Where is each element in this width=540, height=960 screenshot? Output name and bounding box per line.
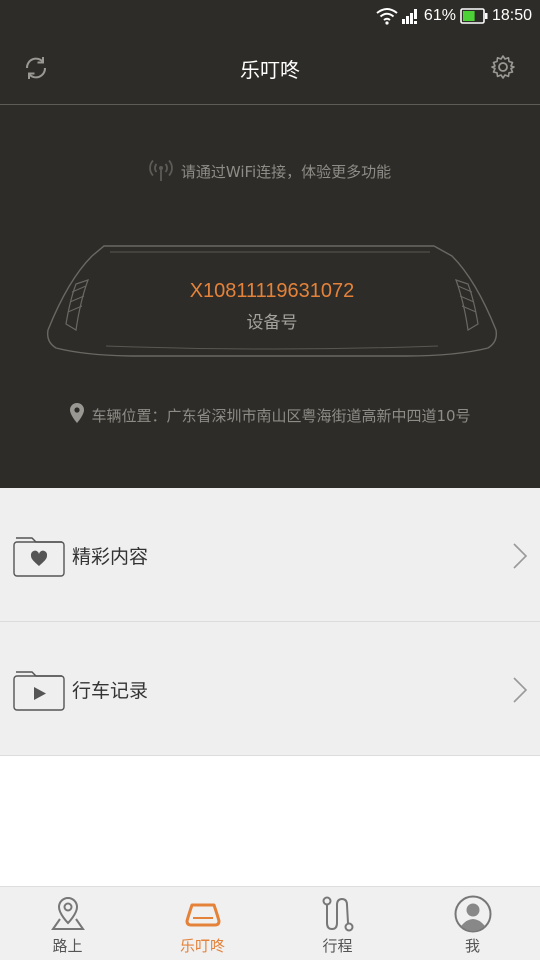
status-bar: 61% 18:50	[0, 0, 540, 32]
chevron-right-icon	[512, 542, 528, 570]
route-icon	[319, 895, 357, 933]
device-header-panel: 乐叮咚 请通过WiFi连接，体验更多功能 X10811119631072 设备号…	[0, 32, 540, 488]
user-icon	[454, 895, 492, 933]
tab-label: 我	[464, 937, 480, 955]
tab-trips[interactable]: 行程	[270, 887, 405, 960]
status-time: 18:50	[491, 7, 532, 24]
device-icon	[184, 895, 222, 933]
tab-label: 行程	[322, 937, 353, 955]
status-indicators: 61% 18:50	[376, 0, 532, 32]
list-item-highlights[interactable]: 精彩内容	[0, 488, 540, 622]
tab-ledingdong[interactable]: 乐叮咚	[135, 887, 270, 960]
wifi-hint: 请通过WiFi连接，体验更多功能	[0, 156, 540, 186]
location-pin-icon	[69, 402, 85, 428]
location-text: 车辆位置：广东省深圳市南山区粤海街道高新中四道10号	[91, 406, 471, 425]
map-pin-icon	[49, 895, 87, 933]
wifi-icon	[376, 7, 398, 25]
battery-icon	[460, 8, 488, 24]
list-item-label: 行车记录	[72, 680, 149, 702]
gear-icon[interactable]	[490, 54, 516, 80]
list-item-label: 精彩内容	[72, 546, 149, 568]
device-id-label: 设备号	[246, 313, 298, 333]
tab-road[interactable]: 路上	[0, 887, 135, 960]
wifi-signal-icon	[148, 156, 173, 186]
bottom-tab-bar: 路上 乐叮咚 行程 我	[0, 886, 540, 960]
page-title: 乐叮咚	[240, 58, 300, 82]
content-list: 精彩内容 行车记录	[0, 488, 540, 756]
nav-bar: 乐叮咚	[0, 32, 540, 104]
device-id: X10811119631072	[189, 280, 355, 302]
wifi-hint-text: 请通过WiFi连接，体验更多功能	[180, 162, 392, 181]
battery-percent: 61%	[423, 7, 456, 24]
tab-me[interactable]: 我	[405, 887, 540, 960]
video-folder-icon	[12, 666, 66, 712]
chevron-right-icon	[512, 676, 528, 704]
tab-label: 乐叮咚	[179, 937, 225, 955]
heart-folder-icon	[12, 532, 66, 578]
list-item-driving-records[interactable]: 行车记录	[0, 622, 540, 756]
tab-label: 路上	[52, 937, 83, 955]
signal-icon	[401, 8, 420, 24]
nav-divider	[0, 104, 540, 105]
device-card: X10811119631072 设备号	[46, 240, 498, 358]
vehicle-location: 车辆位置：广东省深圳市南山区粤海街道高新中四道10号	[0, 402, 540, 428]
